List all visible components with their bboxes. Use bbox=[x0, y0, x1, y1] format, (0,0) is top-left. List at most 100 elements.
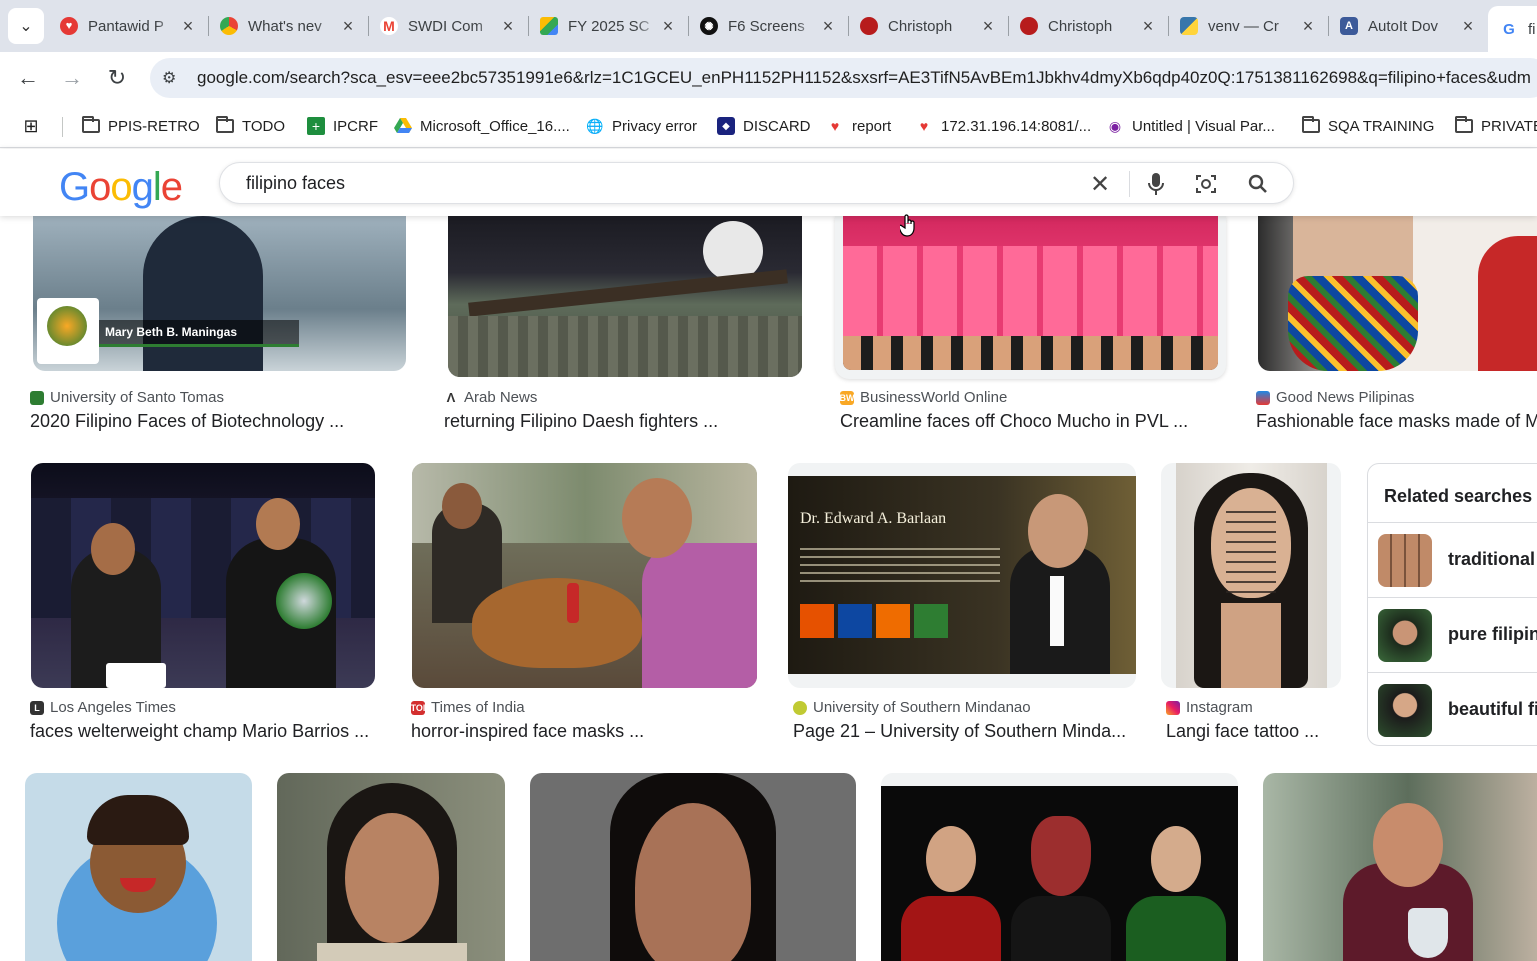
result-title[interactable]: returning Filipino Daesh fighters ... bbox=[444, 411, 718, 432]
search-icon[interactable] bbox=[1245, 171, 1271, 197]
search-box[interactable]: filipino faces ✕ bbox=[219, 162, 1294, 204]
result-title[interactable]: Fashionable face masks made of M bbox=[1256, 411, 1537, 432]
result-title[interactable]: 2020 Filipino Faces of Biotechnology ... bbox=[30, 411, 344, 432]
bookmark-item[interactable]: PRIVATE bbox=[1455, 114, 1537, 138]
close-icon[interactable]: × bbox=[1458, 16, 1478, 37]
apps-grid-icon: ⊞ bbox=[23, 115, 39, 136]
close-icon[interactable]: × bbox=[498, 16, 518, 37]
source-name: Arab News bbox=[464, 389, 538, 406]
source-name: Good News Pilipinas bbox=[1276, 389, 1415, 406]
result-title[interactable]: Page 21 – University of Southern Minda..… bbox=[793, 721, 1126, 742]
microphone-icon[interactable] bbox=[1143, 171, 1169, 197]
forward-button[interactable]: → bbox=[56, 62, 88, 94]
browser-tab[interactable]: venv — Cr × bbox=[1168, 8, 1328, 44]
result-source[interactable]: L Los Angeles Times bbox=[30, 699, 176, 716]
bookmark-item[interactable]: Microsoft_Office_16.... bbox=[394, 114, 570, 138]
bookmark-item[interactable]: SQA TRAINING bbox=[1302, 114, 1434, 138]
related-label: traditional f bbox=[1448, 549, 1537, 569]
browser-tab[interactable]: A AutoIt Dov × bbox=[1328, 8, 1488, 44]
close-icon[interactable]: × bbox=[1138, 16, 1158, 37]
back-button[interactable]: ← bbox=[12, 62, 44, 94]
chevron-down-icon: ⌄ bbox=[19, 18, 33, 35]
result-thumbnail[interactable] bbox=[1263, 773, 1537, 961]
browser-tab[interactable]: Christoph × bbox=[848, 8, 1008, 44]
bookmark-item[interactable]: 🌐 Privacy error bbox=[586, 114, 697, 138]
result-thumbnail[interactable] bbox=[412, 463, 757, 688]
tab-title: Pantawid P bbox=[88, 17, 164, 35]
close-icon[interactable]: × bbox=[818, 16, 838, 37]
browser-tab[interactable]: FY 2025 SC × bbox=[528, 8, 688, 44]
close-icon[interactable]: × bbox=[978, 16, 998, 37]
result-thumbnail[interactable] bbox=[25, 773, 252, 961]
result-source[interactable]: University of Santo Tomas bbox=[30, 389, 224, 406]
google-icon: G bbox=[1500, 20, 1518, 38]
related-label: beautiful fil bbox=[1448, 699, 1537, 719]
bookmark-item[interactable]: PPIS-RETRO bbox=[82, 114, 200, 138]
search-header: Google filipino faces ✕ bbox=[0, 149, 1537, 216]
close-icon[interactable]: × bbox=[1298, 16, 1318, 37]
url-text[interactable]: google.com/search?sca_esv=eee2bc57351991… bbox=[197, 68, 1531, 88]
related-search-item[interactable]: pure filipino bbox=[1368, 597, 1537, 672]
bookmark-item[interactable]: ♥ report bbox=[826, 114, 891, 138]
site-settings-icon[interactable]: ⚙ bbox=[162, 68, 182, 88]
close-icon[interactable]: × bbox=[658, 16, 678, 37]
result-source[interactable]: BW BusinessWorld Online bbox=[839, 389, 1008, 406]
google-logo[interactable]: Google bbox=[59, 165, 183, 210]
result-thumbnail[interactable]: Dr. Edward A. Barlaan bbox=[788, 476, 1136, 674]
result-title[interactable]: Langi face tattoo ... bbox=[1166, 721, 1319, 742]
result-thumbnail[interactable] bbox=[843, 216, 1218, 370]
result-thumbnail[interactable] bbox=[31, 463, 375, 688]
bookmark-item[interactable]: ◉ Untitled | Visual Par... bbox=[1106, 114, 1275, 138]
tab-search-button[interactable]: ⌄ bbox=[8, 8, 44, 44]
address-bar[interactable]: ⚙ google.com/search?sca_esv=eee2bc573519… bbox=[150, 58, 1537, 98]
camera-lens-icon[interactable] bbox=[1193, 171, 1219, 197]
site-icon bbox=[793, 700, 807, 715]
bookmark-item[interactable]: + IPCRF bbox=[307, 114, 378, 138]
bookmarks-bar: ⊞ PPIS-RETRO TODO + IPCRF Microsoft_Offic… bbox=[0, 104, 1537, 148]
tab-title: Christoph bbox=[1048, 17, 1113, 35]
result-source[interactable]: Ʌ Arab News bbox=[444, 389, 537, 406]
thumbnail-caption: Mary Beth B. Maningas bbox=[105, 325, 238, 339]
related-search-item[interactable]: traditional f bbox=[1368, 522, 1537, 597]
result-thumbnail[interactable] bbox=[1258, 216, 1537, 371]
related-search-item[interactable]: beautiful fil bbox=[1368, 672, 1537, 747]
result-thumbnail[interactable] bbox=[881, 786, 1238, 961]
bookmark-item[interactable]: ◆ DISCARD bbox=[717, 114, 811, 138]
result-source[interactable]: Instagram bbox=[1166, 699, 1253, 716]
apps-button[interactable]: ⊞ bbox=[22, 114, 48, 138]
reload-button[interactable]: ↻ bbox=[101, 62, 133, 94]
result-thumbnail[interactable] bbox=[448, 216, 802, 377]
chrome-icon bbox=[220, 17, 238, 35]
result-title[interactable]: Creamline faces off Choco Mucho in PVL .… bbox=[840, 411, 1188, 432]
browser-tab-active[interactable]: G fi bbox=[1488, 6, 1537, 52]
search-input[interactable]: filipino faces bbox=[246, 173, 345, 194]
bookmark-item[interactable]: TODO bbox=[216, 114, 285, 138]
result-thumbnail[interactable] bbox=[277, 773, 505, 961]
heart-icon: ♥ bbox=[60, 17, 78, 35]
site-icon: BW bbox=[839, 390, 855, 405]
source-name: Los Angeles Times bbox=[50, 699, 176, 716]
autoit-icon: A bbox=[1340, 17, 1358, 35]
browser-tab[interactable]: What's nev × bbox=[208, 8, 368, 44]
bookmark-item[interactable]: ♥ 172.31.196.14:8081/... bbox=[915, 114, 1091, 138]
result-source[interactable]: Good News Pilipinas bbox=[1256, 389, 1414, 406]
result-thumbnail[interactable] bbox=[1176, 463, 1327, 688]
result-title[interactable]: horror-inspired face masks ... bbox=[411, 721, 644, 742]
bookmark-label: PRIVATE bbox=[1481, 117, 1537, 135]
result-title[interactable]: faces welterweight champ Mario Barrios .… bbox=[30, 721, 369, 742]
result-source[interactable]: TOI Times of India bbox=[411, 699, 525, 716]
tab-title: venv — Cr bbox=[1208, 17, 1279, 35]
browser-tab[interactable]: M SWDI Com × bbox=[368, 8, 528, 44]
bookmark-label: 172.31.196.14:8081/... bbox=[941, 117, 1092, 135]
clear-icon[interactable]: ✕ bbox=[1087, 171, 1113, 198]
result-thumbnail[interactable] bbox=[530, 773, 856, 961]
result-source[interactable]: University of Southern Mindanao bbox=[793, 699, 1031, 716]
close-icon[interactable]: × bbox=[338, 16, 358, 37]
browser-tab[interactable]: Christoph × bbox=[1008, 8, 1168, 44]
browser-tab[interactable]: ♥ Pantawid P × bbox=[48, 8, 208, 44]
close-icon[interactable]: × bbox=[178, 16, 198, 37]
folder-icon bbox=[1455, 116, 1473, 135]
result-thumbnail[interactable]: Mary Beth B. Maningas bbox=[33, 216, 406, 371]
tab-title: What's nev bbox=[248, 17, 322, 35]
browser-tab[interactable]: ✺ F6 Screens × bbox=[688, 8, 848, 44]
